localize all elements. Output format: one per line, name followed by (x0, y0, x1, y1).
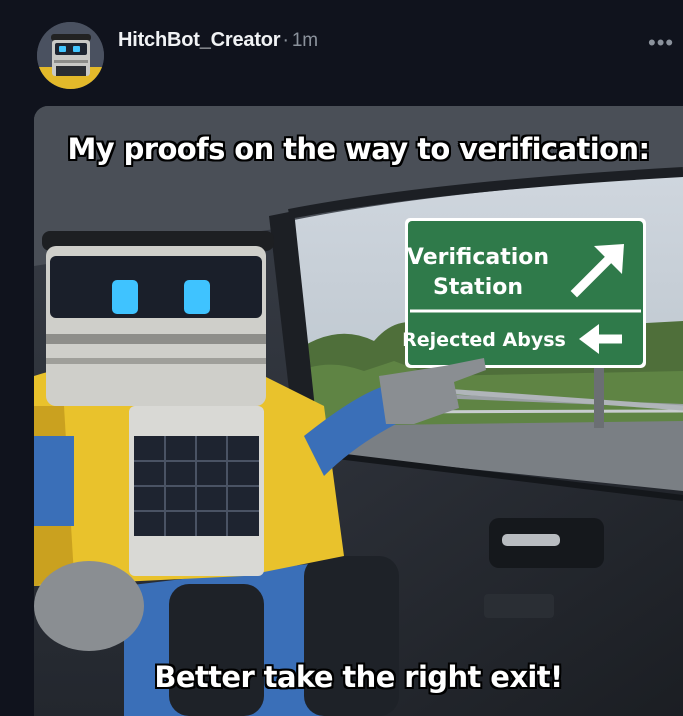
post-author-line: HitchBot_Creator · 1m (118, 29, 318, 52)
separator-dot: · (282, 29, 289, 51)
timestamp[interactable]: 1m (292, 30, 318, 51)
sign-line-rejected-abyss: Rejected Abyss (402, 329, 566, 351)
more-options-button[interactable]: ••• (648, 30, 674, 56)
more-horizontal-icon: ••• (648, 30, 675, 55)
avatar[interactable] (37, 22, 104, 89)
robot-avatar-icon (37, 22, 104, 89)
meme-bottom-caption: Better take the right exit! (154, 660, 563, 694)
meme-illustration: Verification Station Rejected Abyss (34, 106, 683, 716)
sign-line-station: Station (433, 275, 523, 300)
post-header: HitchBot_Creator · 1m ••• (0, 0, 683, 96)
post-image[interactable]: Verification Station Rejected Abyss My p… (34, 106, 683, 716)
username[interactable]: HitchBot_Creator (118, 29, 281, 51)
meme-top-caption: My proofs on the way to verification: (67, 132, 651, 166)
sign-line-verification: Verification (407, 245, 549, 270)
